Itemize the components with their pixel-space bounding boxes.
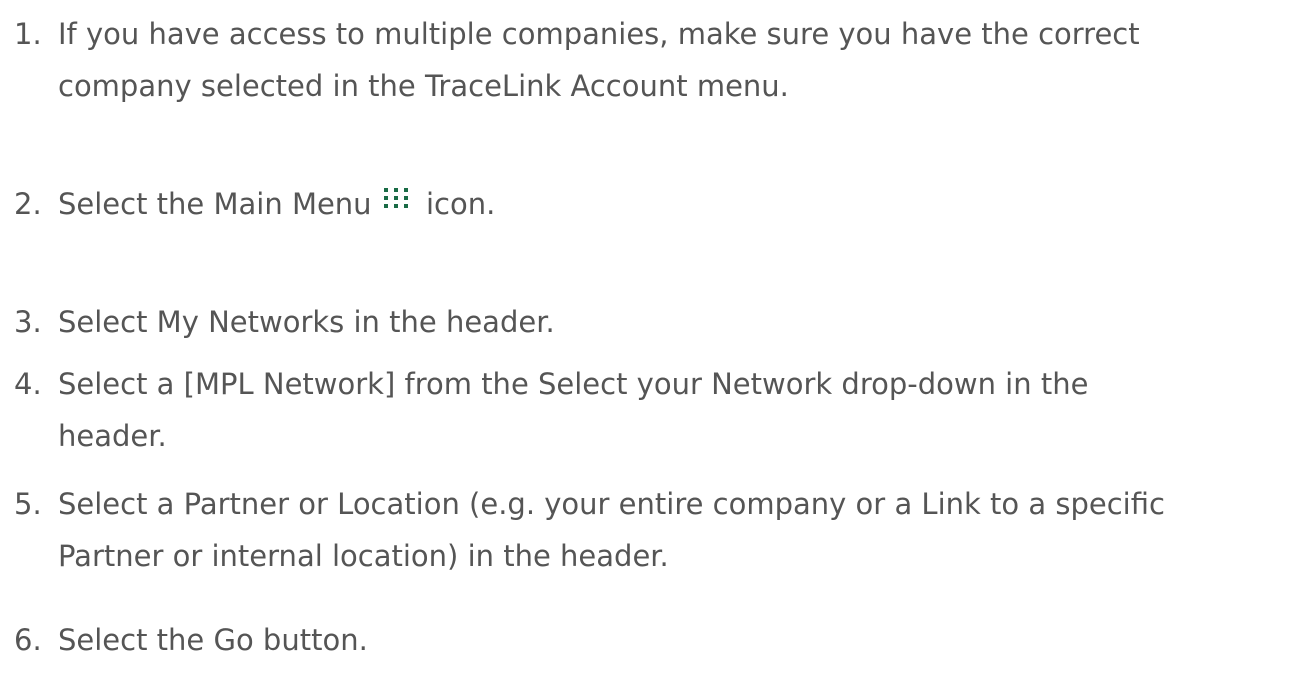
step-number: 6.: [14, 623, 42, 657]
step-6: 6. Select the Go button.: [14, 614, 1304, 666]
main-menu-grid-icon: [383, 187, 411, 209]
step-3: 3. Select My Networks in the header.: [14, 296, 1304, 348]
step-text-before-icon: Select the Main Menu: [58, 187, 372, 221]
step-number: 4.: [14, 367, 42, 401]
step-5: 5. Select a Partner or Location (e.g. you…: [14, 478, 1304, 582]
step-text-line1: Select a [MPL Network] from the Select y…: [58, 367, 1089, 401]
step-text-line1: Select My Networks in the header.: [58, 305, 555, 339]
step-text-line1: Select a Partner or Location (e.g. your …: [58, 487, 1165, 521]
step-text-line2: header.: [58, 419, 167, 453]
step-number: 1.: [14, 17, 42, 51]
step-number: 5.: [14, 487, 42, 521]
step-text-line1: Select the Go button.: [58, 623, 368, 657]
instruction-steps-list: 1. If you have access to multiple compani…: [0, 0, 1307, 678]
step-text-line2: Partner or internal location) in the hea…: [58, 539, 669, 573]
step-1: 1. If you have access to multiple compani…: [14, 8, 1304, 112]
step-text-line2: company selected in the TraceLink Accoun…: [58, 69, 789, 103]
step-text-line1: If you have access to multiple companies…: [58, 17, 1140, 51]
step-text-after-icon: icon.: [426, 187, 496, 221]
step-number: 2.: [14, 187, 42, 221]
step-2: 2. Select the Main Menu icon.: [14, 178, 1304, 230]
step-number: 3.: [14, 305, 42, 339]
step-4: 4. Select a [MPL Network] from the Select…: [14, 358, 1304, 462]
